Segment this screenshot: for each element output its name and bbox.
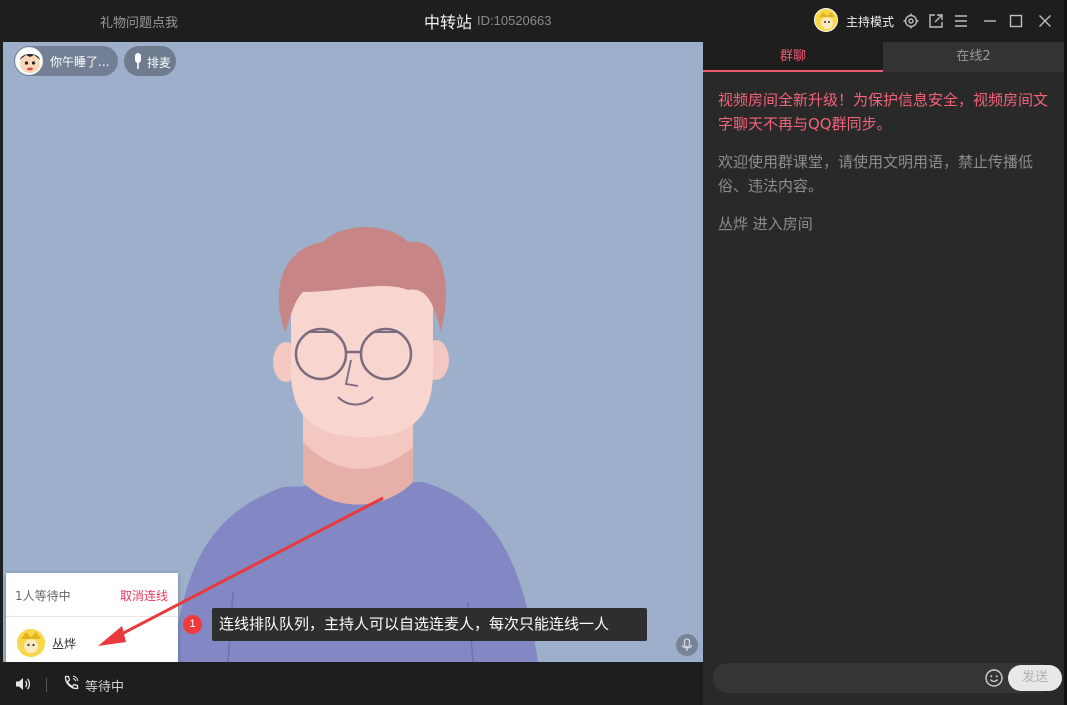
minimize-icon[interactable]: [981, 12, 999, 30]
presenter-illustration: [173, 227, 538, 662]
mic-muted-icon[interactable]: [676, 634, 698, 656]
queue-button[interactable]: 排麦: [124, 46, 176, 76]
speaker-icon[interactable]: [14, 675, 32, 693]
callout-number-badge: 1: [183, 615, 202, 634]
gift-help-link[interactable]: 礼物问题点我: [100, 12, 178, 31]
chat-message: 视频房间全新升级！为保护信息安全，视频房间文字聊天不再与QQ群同步。: [718, 91, 1049, 133]
emoji-icon[interactable]: [984, 668, 1004, 688]
callout-tooltip: 连线排队队列，主持人可以自选连麦人，每次只能连线一人: [212, 608, 647, 641]
send-button[interactable]: 发送: [1008, 665, 1062, 691]
chat-input[interactable]: 发送: [713, 663, 1062, 693]
menu-icon[interactable]: [952, 12, 970, 30]
toolbar-divider: [46, 678, 47, 692]
queue-panel: 1人等待中 取消连线 丛烨: [6, 573, 178, 670]
close-icon[interactable]: [1036, 12, 1054, 30]
room-title: 中转站: [424, 13, 473, 32]
waiting-user-name[interactable]: 丛烨: [52, 635, 76, 652]
video-area: 你午睡了... 排麦: [3, 42, 703, 662]
tab-group-chat[interactable]: 群聊: [703, 42, 883, 72]
chat-tabs: 群聊 在线2: [703, 42, 1064, 72]
title-bar: 礼物问题点我 中转站 ID:10520663 主持模式: [0, 0, 1067, 42]
gear-icon[interactable]: [902, 12, 920, 30]
speaker-avatar: [15, 47, 43, 75]
share-icon[interactable]: [927, 12, 945, 30]
bottom-toolbar: 等待中: [0, 662, 703, 705]
chat-messages: 视频房间全新升级！为保护信息安全，视频房间文字聊天不再与QQ群同步。 欢迎使用群…: [718, 88, 1048, 250]
waiting-user-avatar[interactable]: [17, 629, 45, 657]
room-id: ID:10520663: [477, 13, 552, 28]
speaker-pill[interactable]: 你午睡了...: [14, 46, 118, 76]
cancel-connection-button[interactable]: 取消连线: [120, 587, 168, 604]
chat-message: 欢迎使用群课堂，请使用文明用语，禁止传播低俗、违法内容。: [718, 153, 1034, 195]
host-mode-label[interactable]: 主持模式: [846, 13, 894, 30]
queue-label: 排麦: [147, 56, 172, 70]
microphone-icon: [135, 53, 141, 69]
divider: [6, 616, 178, 617]
phone-icon[interactable]: [62, 674, 80, 692]
tab-online[interactable]: 在线2: [883, 42, 1064, 72]
maximize-icon[interactable]: [1007, 12, 1025, 30]
connection-status[interactable]: 等待中: [85, 676, 124, 695]
chat-panel: 群聊 在线2 视频房间全新升级！为保护信息安全，视频房间文字聊天不再与QQ群同步…: [703, 42, 1064, 705]
host-avatar[interactable]: [814, 8, 838, 32]
chat-message: 丛烨 进入房间: [718, 215, 813, 233]
speaker-name: 你午睡了...: [50, 55, 110, 69]
waiting-count: 1人等待中: [15, 589, 71, 603]
